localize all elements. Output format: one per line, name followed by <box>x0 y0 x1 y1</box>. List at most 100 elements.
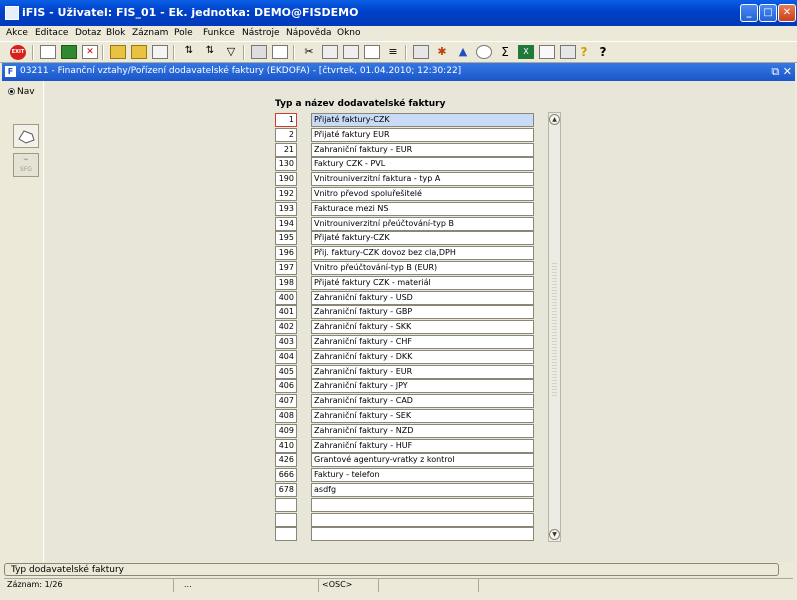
type-code-field[interactable]: 406 <box>275 379 297 394</box>
calendar-icon[interactable] <box>413 45 429 59</box>
type-name-field[interactable]: Zahraniční faktury - SEK <box>311 409 534 423</box>
copy-icon[interactable] <box>322 45 338 59</box>
list-row[interactable]: 426 Grantové agentury-vratky z kontrol <box>275 453 534 468</box>
list-row[interactable]: 403 Zahraniční faktury - CHF <box>275 335 534 349</box>
type-name-field[interactable]: Faktury - telefon <box>311 468 534 483</box>
type-name-field[interactable] <box>311 527 534 542</box>
minimize-button[interactable]: _ <box>740 4 758 22</box>
list-row[interactable]: 410 Zahraniční faktury - HUF <box>275 438 534 453</box>
type-name-field[interactable]: Přijaté faktury-CZK <box>311 231 534 246</box>
print-icon[interactable] <box>251 45 267 59</box>
menu-zaznam[interactable]: Záznam <box>132 28 168 38</box>
help-icon[interactable]: ? <box>576 45 592 59</box>
type-name-field[interactable]: asdfg <box>311 483 534 497</box>
list-row[interactable]: 196 Přij. faktury-CZK dovoz bez cla,DPH <box>275 246 534 261</box>
cut-icon[interactable]: ✂ <box>301 45 317 59</box>
list-row[interactable]: 2 Přijaté faktury EUR <box>275 127 534 142</box>
export-icon[interactable] <box>539 45 555 59</box>
type-code-field[interactable]: 409 <box>275 423 297 438</box>
list-row[interactable]: 408 Zahraniční faktury - SEK <box>275 409 534 423</box>
maximize-button[interactable]: □ <box>759 4 777 22</box>
type-name-field[interactable]: Zahraniční faktury - GBP <box>311 305 534 320</box>
sort-icon[interactable]: ⇅ <box>181 45 197 59</box>
type-name-field[interactable]: Fakturace mezi NS <box>311 201 534 216</box>
type-code-field[interactable]: 401 <box>275 305 297 320</box>
type-code-field[interactable] <box>275 527 297 542</box>
list-row[interactable] <box>275 497 534 512</box>
type-name-field[interactable]: Vnitrouniverzitní faktura - typ A <box>311 172 534 187</box>
list-row[interactable]: 190 Vnitrouniverzitní faktura - typ A <box>275 172 534 187</box>
type-code-field[interactable]: 193 <box>275 201 297 216</box>
scroll-down-icon[interactable]: ▼ <box>549 529 560 540</box>
list-row[interactable]: 402 Zahraniční faktury - SKK <box>275 320 534 335</box>
form-window-controls[interactable]: ⧉ ✕ <box>771 65 792 79</box>
type-name-field[interactable]: Přijaté faktury-CZK <box>311 113 534 127</box>
type-code-field[interactable] <box>275 497 297 512</box>
type-name-field[interactable]: Zahraniční faktury - CAD <box>311 394 534 409</box>
hand-pointer-button[interactable] <box>13 124 39 148</box>
type-code-field[interactable]: 196 <box>275 246 297 261</box>
menu-pole[interactable]: Pole <box>174 28 193 38</box>
filter-icon[interactable]: ▽ <box>223 45 239 59</box>
type-name-field[interactable]: Faktury CZK - PVL <box>311 157 534 172</box>
folder-icon[interactable] <box>110 45 126 59</box>
menu-akce[interactable]: Akce <box>6 28 28 38</box>
list-row[interactable] <box>275 512 534 527</box>
query-enter-icon[interactable] <box>131 45 147 59</box>
type-name-field[interactable]: Zahraniční faktury - EUR <box>311 364 534 379</box>
type-code-field[interactable]: 194 <box>275 216 297 231</box>
type-code-field[interactable]: 2 <box>275 127 297 142</box>
delete-record-icon[interactable]: ✕ <box>82 45 98 59</box>
type-name-field[interactable]: Zahraniční faktury - EUR <box>311 142 534 157</box>
type-code-field[interactable]: 195 <box>275 231 297 246</box>
type-code-field[interactable] <box>275 512 297 527</box>
type-name-field[interactable]: Zahraniční faktury - SKK <box>311 320 534 335</box>
list-row[interactable]: 192 Vnitro převod spoluřešitelé <box>275 187 534 201</box>
context-help-icon[interactable]: ? <box>595 45 611 59</box>
type-code-field[interactable]: 192 <box>275 187 297 201</box>
list-row[interactable]: 678 asdfg <box>275 483 534 497</box>
list-row[interactable]: 130 Faktury CZK - PVL <box>275 157 534 172</box>
type-code-field[interactable]: 400 <box>275 290 297 305</box>
type-code-field[interactable]: 405 <box>275 364 297 379</box>
type-code-field[interactable]: 410 <box>275 438 297 453</box>
menu-blok[interactable]: Blok <box>106 28 125 38</box>
print-preview-icon[interactable] <box>272 45 288 59</box>
window-icon[interactable] <box>560 45 576 59</box>
menu-napoveda[interactable]: Nápověda <box>286 28 332 38</box>
type-name-field[interactable]: Přijaté faktury CZK - materiál <box>311 275 534 290</box>
list-row[interactable]: 195 Přijaté faktury-CZK <box>275 231 534 246</box>
nav-radio[interactable]: Nav <box>8 87 35 97</box>
scroll-grip[interactable] <box>552 261 557 397</box>
list-row[interactable]: 1 Přijaté faktury-CZK <box>275 113 534 127</box>
type-code-field[interactable]: 21 <box>275 142 297 157</box>
type-name-field[interactable]: Přij. faktury-CZK dovoz bez cla,DPH <box>311 246 534 261</box>
list-row[interactable]: 407 Zahraniční faktury - CAD <box>275 394 534 409</box>
type-code-field[interactable]: 666 <box>275 468 297 483</box>
sfg-button[interactable]: ⌁ SFG <box>13 153 39 177</box>
menu-nastroje[interactable]: Nástroje <box>242 28 280 38</box>
sum-icon[interactable]: Σ <box>497 45 513 59</box>
type-name-field[interactable]: Zahraniční faktury - CHF <box>311 335 534 349</box>
calculator-icon[interactable] <box>476 45 492 59</box>
list-row[interactable]: 409 Zahraniční faktury - NZD <box>275 423 534 438</box>
type-code-field[interactable]: 130 <box>275 157 297 172</box>
paste-icon[interactable] <box>343 45 359 59</box>
type-code-field[interactable]: 426 <box>275 453 297 468</box>
menu-funkce[interactable]: Funkce <box>203 28 235 38</box>
type-code-field[interactable]: 403 <box>275 335 297 349</box>
type-code-field[interactable]: 198 <box>275 275 297 290</box>
type-code-field[interactable]: 408 <box>275 409 297 423</box>
excel-icon[interactable]: X <box>518 45 534 59</box>
type-name-field[interactable]: Zahraniční faktury - JPY <box>311 379 534 394</box>
type-name-field[interactable]: Vnitrouniverzitní přeúčtování-typ B <box>311 216 534 231</box>
menu-editace[interactable]: Editace <box>35 28 68 38</box>
query-execute-icon[interactable] <box>152 45 168 59</box>
type-name-field[interactable] <box>311 512 534 527</box>
list-row[interactable]: 405 Zahraniční faktury - EUR <box>275 364 534 379</box>
save-icon[interactable] <box>61 45 77 59</box>
type-name-field[interactable]: Zahraniční faktury - USD <box>311 290 534 305</box>
list-row[interactable]: 198 Přijaté faktury CZK - materiál <box>275 275 534 290</box>
list-row[interactable]: 193 Fakturace mezi NS <box>275 201 534 216</box>
type-name-field[interactable]: Vnitro přeúčtování-typ B (EUR) <box>311 261 534 275</box>
